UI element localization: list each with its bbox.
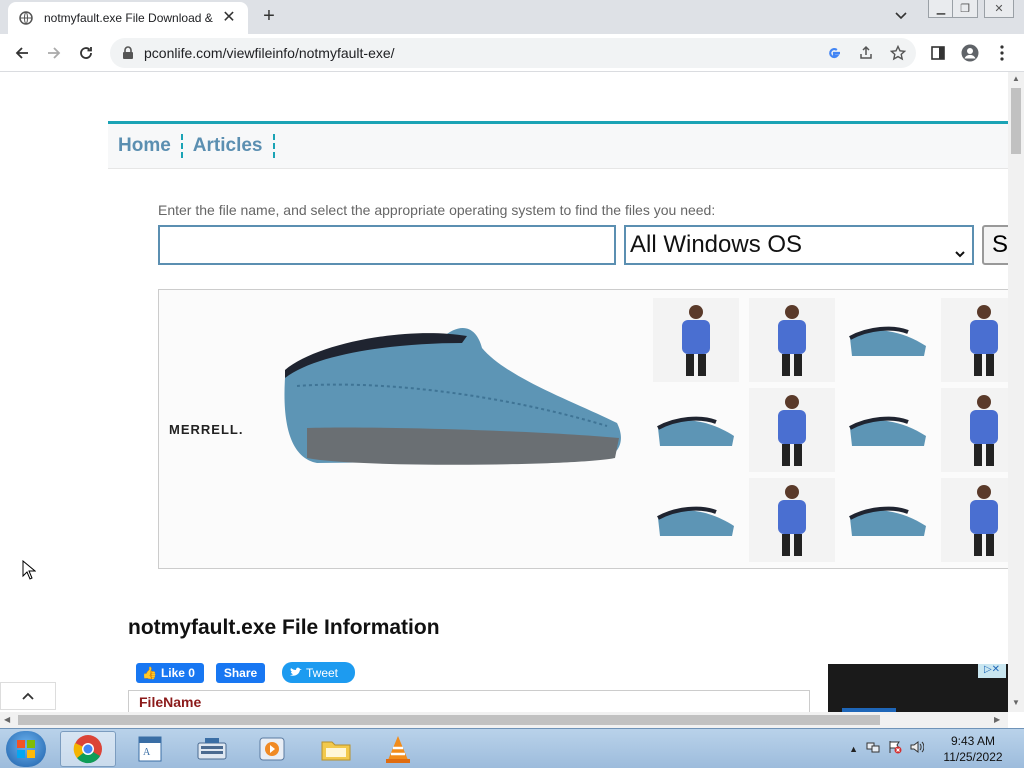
clock-time: 9:43 AM [950, 734, 996, 748]
ad-tile-jacket [941, 298, 1008, 382]
os-select[interactable]: All Windows OS [624, 225, 974, 265]
thumbs-up-icon: 👍 [142, 666, 157, 680]
taskbar-file-explorer[interactable] [308, 731, 364, 767]
page-viewport: Home Articles Enter the file name, and s… [0, 72, 1008, 712]
site-navbar: Home Articles [108, 121, 1008, 169]
wordpad-icon: A [138, 736, 162, 762]
minimize-button[interactable]: ▁ [928, 0, 954, 18]
windows-logo-icon [17, 740, 35, 758]
ad-tile-shoe [845, 388, 931, 472]
new-tab-button[interactable]: + [258, 6, 280, 28]
close-tab-icon[interactable]: ✕ [220, 9, 238, 27]
globe-icon [18, 10, 34, 26]
tweet-button[interactable]: Tweet [282, 662, 355, 683]
tab-title: notmyfault.exe File Download & [44, 11, 213, 25]
ad-tile-jacket [941, 478, 1008, 562]
search-button[interactable]: S [982, 225, 1008, 265]
side-panel-icon[interactable] [928, 43, 948, 63]
windows-taskbar: A ▲ 9:43 AM 11/25/2022 [0, 728, 1024, 768]
ad-tile-jacket [653, 298, 739, 382]
ad-tile-jacket [749, 478, 835, 562]
facebook-share-button[interactable]: Share [216, 663, 265, 683]
like-label: Like 0 [160, 666, 195, 680]
restore-button[interactable]: ❐ [952, 0, 978, 18]
system-tray: ▲ [849, 732, 925, 766]
taskbar-vlc[interactable] [370, 731, 426, 767]
scroll-up-arrow-icon[interactable]: ▲ [1012, 74, 1020, 83]
screen: notmyfault.exe File Download & ✕ + ▁ ❐ ✕… [0, 0, 1024, 768]
file-name-input[interactable] [158, 225, 616, 265]
keyboard-icon [197, 738, 227, 760]
vertical-scrollbar[interactable]: ▲ ▼ [1008, 72, 1024, 712]
clock-date: 11/25/2022 [943, 750, 1003, 764]
file-info-heading: notmyfault.exe File Information [128, 616, 440, 639]
ad-tile-jacket [941, 388, 1008, 472]
ad-tile-shoe [845, 478, 931, 562]
nav-link-articles[interactable]: Articles [193, 134, 275, 158]
tweet-label: Tweet [306, 665, 339, 680]
facebook-like-button[interactable]: 👍 Like 0 [136, 663, 204, 683]
tab-search-chevron-icon[interactable] [894, 8, 914, 26]
scroll-down-arrow-icon[interactable]: ▼ [1012, 698, 1020, 707]
volume-icon[interactable] [910, 740, 925, 759]
search-instructions: Enter the file name, and select the appr… [158, 202, 716, 218]
horizontal-scroll-thumb[interactable] [18, 715, 880, 725]
scroll-left-arrow-icon[interactable]: ◀ [4, 715, 10, 724]
vlc-cone-icon [386, 736, 410, 763]
profile-avatar-icon[interactable] [960, 43, 980, 63]
google-icon[interactable] [824, 43, 844, 63]
forward-button[interactable] [42, 41, 66, 65]
adchoices-icon[interactable]: ▷✕ [978, 664, 1006, 678]
nav-link-home[interactable]: Home [118, 134, 183, 158]
scroll-right-arrow-icon[interactable]: ▶ [994, 715, 1000, 724]
svg-text:A: A [143, 747, 151, 758]
bookmark-star-icon[interactable] [888, 43, 908, 63]
ad-tile-jacket [749, 298, 835, 382]
ad-tile-shoe [845, 298, 931, 382]
taskbar-onscreen-keyboard[interactable] [184, 731, 240, 767]
vertical-scroll-thumb[interactable] [1011, 88, 1021, 154]
advertisement-banner[interactable]: MERRELL. [158, 289, 1008, 569]
taskbar-media-player[interactable] [244, 731, 300, 767]
shoe-image [284, 327, 621, 465]
back-button[interactable] [10, 41, 34, 65]
media-player-icon [259, 737, 285, 761]
chevron-up-icon [22, 692, 34, 700]
mouse-cursor-icon [22, 559, 37, 585]
collapse-up-button[interactable] [0, 682, 56, 710]
twitter-bird-icon [290, 666, 302, 680]
ad-tile-shoe [653, 478, 739, 562]
tab-bar: notmyfault.exe File Download & ✕ + ▁ ❐ ✕ [0, 0, 1024, 34]
show-hidden-icons-icon[interactable]: ▲ [849, 744, 858, 754]
lock-icon[interactable] [122, 46, 136, 60]
ad-brand-logo: MERRELL. [169, 422, 244, 437]
file-info-table: FileName [128, 690, 810, 712]
chevron-down-icon [954, 239, 966, 258]
horizontal-scrollbar[interactable]: ◀ ▶ [0, 712, 1008, 728]
ad-tile-jacket [749, 388, 835, 472]
browser-toolbar: pconlife.com/viewfileinfo/notmyfault-exe… [0, 34, 1024, 72]
kebab-menu-icon[interactable] [992, 43, 1012, 63]
share-icon[interactable] [856, 43, 876, 63]
close-window-button[interactable]: ✕ [984, 0, 1014, 18]
taskbar-clock[interactable]: 9:43 AM 11/25/2022 [934, 733, 1012, 765]
filename-label: FileName [139, 694, 202, 710]
folder-icon [321, 741, 351, 761]
reload-button[interactable] [74, 41, 98, 65]
address-bar[interactable]: pconlife.com/viewfileinfo/notmyfault-exe… [110, 38, 916, 68]
network-icon[interactable] [866, 740, 880, 759]
taskbar-chrome[interactable] [60, 731, 116, 767]
side-advertisement[interactable]: ▷✕ [828, 664, 1008, 712]
browser-tab[interactable]: notmyfault.exe File Download & ✕ [8, 2, 248, 34]
chrome-icon [73, 735, 102, 764]
start-button[interactable] [6, 731, 46, 767]
os-select-value: All Windows OS [630, 231, 803, 258]
url-text: pconlife.com/viewfileinfo/notmyfault-exe… [144, 45, 395, 61]
action-center-flag-icon[interactable] [888, 740, 902, 759]
ad-tile-shoe [653, 388, 739, 472]
taskbar-wordpad[interactable]: A [122, 731, 178, 767]
